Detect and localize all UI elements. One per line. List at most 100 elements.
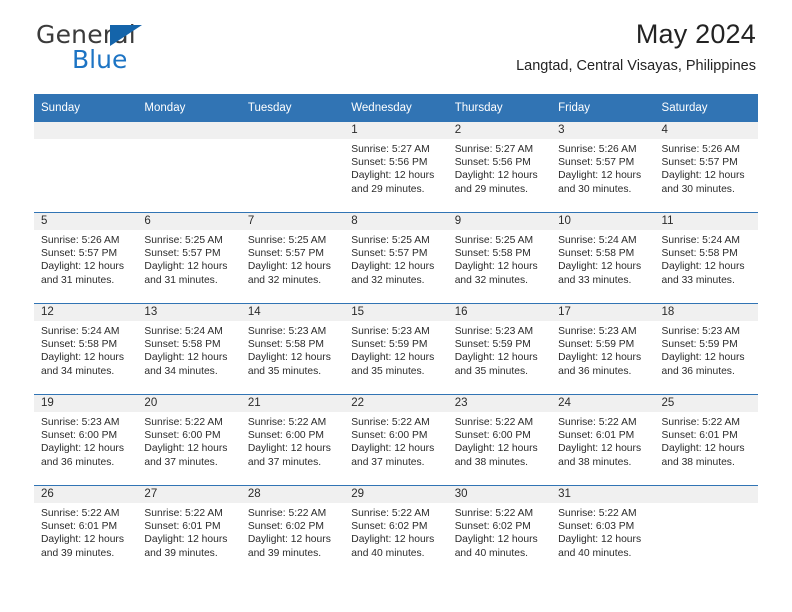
day-number: 6 (137, 213, 241, 230)
calendar-day-cell[interactable]: 7 Sunrise: 5:25 AM Sunset: 5:57 PM Daylight… (240, 212, 345, 304)
calendar-day-cell[interactable]: 28 Sunrise: 5:22 AM Sunset: 6:02 PM Dayligh… (240, 485, 345, 576)
daylight-text-line2: and 29 minutes. (454, 183, 528, 195)
calendar-day-cell[interactable]: 30 Sunrise: 5:22 AM Sunset: 6:02 PM Dayligh… (447, 485, 552, 576)
calendar-day-cell[interactable]: 21 Sunrise: 5:22 AM Sunset: 6:00 PM Dayligh… (240, 394, 345, 486)
weekday-header-row: Sunday Monday Tuesday Wednesday Thursday… (34, 94, 758, 122)
calendar-day-cell[interactable]: 14 Sunrise: 5:23 AM Sunset: 5:58 PM Dayligh… (240, 303, 345, 395)
daylight-text-line2: and 38 minutes. (661, 456, 735, 468)
daylight-text-line2: and 37 minutes. (247, 456, 322, 468)
sunrise-text: Sunrise: 5:22 AM (144, 417, 223, 428)
daylight-text-line1: Daylight: 12 hours (144, 443, 228, 455)
sunrise-text: Sunrise: 5:23 AM (247, 326, 327, 337)
calendar-day-cell[interactable]: 10 Sunrise: 5:24 AM Sunset: 5:58 PM Dayligh… (551, 212, 655, 304)
calendar-day-cell[interactable]: 4 Sunrise: 5:26 AM Sunset: 5:57 PM Daylight… (654, 122, 758, 213)
day-number: 24 (551, 395, 655, 412)
sunrise-text: Sunrise: 5:24 AM (41, 326, 120, 337)
calendar-day-cell[interactable]: 20 Sunrise: 5:22 AM Sunset: 6:00 PM Dayligh… (137, 394, 241, 486)
daylight-text-line2: and 36 minutes. (41, 456, 115, 468)
daylight-text-line2: and 38 minutes. (454, 456, 528, 468)
sunset-text: Sunset: 5:57 PM (351, 248, 428, 260)
calendar-day-cell[interactable]: 17 Sunrise: 5:23 AM Sunset: 5:59 PM Dayligh… (551, 303, 655, 395)
calendar-day-cell[interactable]: 16 Sunrise: 5:23 AM Sunset: 5:59 PM Dayligh… (447, 303, 552, 395)
day-details: Sunrise: 5:22 AM Sunset: 6:02 PM Daylight:… (448, 503, 551, 560)
calendar-week-row: 12 Sunrise: 5:24 AM Sunset: 5:58 PM Dayligh… (34, 303, 758, 395)
daylight-text-line1: Daylight: 12 hours (454, 443, 538, 455)
calendar-day-cell[interactable]: 6 Sunrise: 5:25 AM Sunset: 5:57 PM Daylight… (137, 212, 241, 304)
calendar-day-cell[interactable]: 27 Sunrise: 5:22 AM Sunset: 6:01 PM Dayligh… (137, 485, 241, 576)
day-number: 3 (551, 122, 655, 139)
daylight-text-line1: Daylight: 12 hours (661, 170, 745, 182)
calendar-day-cell[interactable]: 15 Sunrise: 5:23 AM Sunset: 5:59 PM Dayligh… (344, 303, 448, 395)
daylight-text-line2: and 34 minutes. (144, 365, 218, 377)
sunrise-text: Sunrise: 5:23 AM (454, 326, 534, 337)
calendar-day-cell[interactable]: 8 Sunrise: 5:25 AM Sunset: 5:57 PM Daylight… (344, 212, 448, 304)
day-details: Sunrise: 5:22 AM Sunset: 6:01 PM Daylight:… (551, 412, 654, 469)
daylight-text-line2: and 39 minutes. (41, 547, 115, 559)
daylight-text-line1: Daylight: 12 hours (454, 170, 538, 182)
calendar-cell-empty (34, 122, 138, 213)
calendar-day-cell[interactable]: 13 Sunrise: 5:24 AM Sunset: 5:58 PM Dayligh… (137, 303, 241, 395)
day-details: Sunrise: 5:26 AM Sunset: 5:57 PM Daylight:… (551, 139, 654, 196)
calendar-day-cell[interactable]: 25 Sunrise: 5:22 AM Sunset: 6:01 PM Dayligh… (654, 394, 758, 486)
sunrise-text: Sunrise: 5:22 AM (454, 508, 534, 519)
daylight-text-line1: Daylight: 12 hours (661, 261, 745, 273)
day-details: Sunrise: 5:24 AM Sunset: 5:58 PM Daylight:… (655, 230, 758, 287)
title-block: May 2024 Langtad, Central Visayas, Phili… (516, 20, 756, 75)
sunset-text: Sunset: 5:57 PM (661, 157, 738, 169)
calendar-day-cell[interactable]: 29 Sunrise: 5:22 AM Sunset: 6:02 PM Dayligh… (344, 485, 448, 576)
daylight-text-line1: Daylight: 12 hours (247, 352, 331, 364)
day-details: Sunrise: 5:26 AM Sunset: 5:57 PM Daylight:… (34, 230, 137, 287)
daylight-text-line2: and 32 minutes. (454, 274, 528, 286)
calendar-day-cell[interactable]: 23 Sunrise: 5:22 AM Sunset: 6:00 PM Dayligh… (447, 394, 552, 486)
sunrise-text: Sunrise: 5:22 AM (661, 417, 740, 428)
sunset-text: Sunset: 5:58 PM (661, 248, 738, 260)
daylight-text-line2: and 40 minutes. (454, 547, 528, 559)
day-details: Sunrise: 5:23 AM Sunset: 5:59 PM Daylight:… (448, 321, 551, 378)
daylight-text-line2: and 31 minutes. (41, 274, 115, 286)
calendar-day-cell[interactable]: 19 Sunrise: 5:23 AM Sunset: 6:00 PM Dayligh… (34, 394, 138, 486)
calendar-day-cell[interactable]: 11 Sunrise: 5:24 AM Sunset: 5:58 PM Dayligh… (654, 212, 758, 304)
calendar-day-cell[interactable]: 31 Sunrise: 5:22 AM Sunset: 6:03 PM Dayligh… (551, 485, 655, 576)
calendar-day-cell[interactable]: 9 Sunrise: 5:25 AM Sunset: 5:58 PM Daylight… (447, 212, 552, 304)
calendar-day-cell[interactable]: 26 Sunrise: 5:22 AM Sunset: 6:01 PM Dayligh… (34, 485, 138, 576)
sunrise-text: Sunrise: 5:23 AM (558, 326, 637, 337)
sunset-text: Sunset: 5:56 PM (351, 157, 428, 169)
general-blue-logo[interactable]: General Blue (36, 22, 266, 74)
calendar-day-cell[interactable]: 1 Sunrise: 5:27 AM Sunset: 5:56 PM Daylight… (344, 122, 448, 213)
calendar-day-cell[interactable]: 5 Sunrise: 5:26 AM Sunset: 5:57 PM Daylight… (34, 212, 138, 304)
daylight-text-line2: and 32 minutes. (351, 274, 425, 286)
sunset-text: Sunset: 6:00 PM (351, 430, 428, 442)
sunrise-text: Sunrise: 5:23 AM (661, 326, 740, 337)
sunrise-text: Sunrise: 5:26 AM (661, 144, 740, 155)
calendar-day-cell[interactable]: 24 Sunrise: 5:22 AM Sunset: 6:01 PM Dayligh… (551, 394, 655, 486)
day-details: Sunrise: 5:22 AM Sunset: 6:01 PM Daylight:… (34, 503, 137, 560)
day-number (240, 122, 345, 139)
day-details: Sunrise: 5:26 AM Sunset: 5:57 PM Daylight:… (655, 139, 758, 196)
daylight-text-line1: Daylight: 12 hours (558, 261, 642, 273)
daylight-text-line2: and 31 minutes. (144, 274, 218, 286)
daylight-text-line1: Daylight: 12 hours (144, 534, 228, 546)
daylight-text-line2: and 35 minutes. (247, 365, 322, 377)
weekday-header-monday: Monday (137, 94, 241, 122)
calendar-day-cell[interactable]: 22 Sunrise: 5:22 AM Sunset: 6:00 PM Dayligh… (344, 394, 448, 486)
sunset-text: Sunset: 5:58 PM (144, 339, 221, 351)
day-details: Sunrise: 5:23 AM Sunset: 6:00 PM Daylight:… (34, 412, 137, 469)
calendar-day-cell[interactable]: 2 Sunrise: 5:27 AM Sunset: 5:56 PM Daylight… (447, 122, 552, 213)
daylight-text-line2: and 29 minutes. (351, 183, 425, 195)
daylight-text-line1: Daylight: 12 hours (144, 261, 228, 273)
daylight-text-line2: and 36 minutes. (661, 365, 735, 377)
calendar-day-cell[interactable]: 12 Sunrise: 5:24 AM Sunset: 5:58 PM Dayligh… (34, 303, 138, 395)
day-number: 20 (137, 395, 241, 412)
daylight-text-line1: Daylight: 12 hours (351, 261, 435, 273)
daylight-text-line1: Daylight: 12 hours (351, 534, 435, 546)
daylight-text-line1: Daylight: 12 hours (454, 352, 538, 364)
day-number: 27 (137, 486, 241, 503)
weekday-header-saturday: Saturday (654, 94, 758, 122)
sunrise-text: Sunrise: 5:22 AM (247, 417, 327, 428)
sunrise-text: Sunrise: 5:27 AM (351, 144, 430, 155)
sunset-text: Sunset: 6:00 PM (144, 430, 221, 442)
day-details: Sunrise: 5:22 AM Sunset: 6:01 PM Daylight:… (137, 503, 240, 560)
calendar-day-cell[interactable]: 18 Sunrise: 5:23 AM Sunset: 5:59 PM Dayligh… (654, 303, 758, 395)
calendar-day-cell[interactable]: 3 Sunrise: 5:26 AM Sunset: 5:57 PM Daylight… (551, 122, 655, 213)
sunset-text: Sunset: 5:58 PM (454, 248, 531, 260)
